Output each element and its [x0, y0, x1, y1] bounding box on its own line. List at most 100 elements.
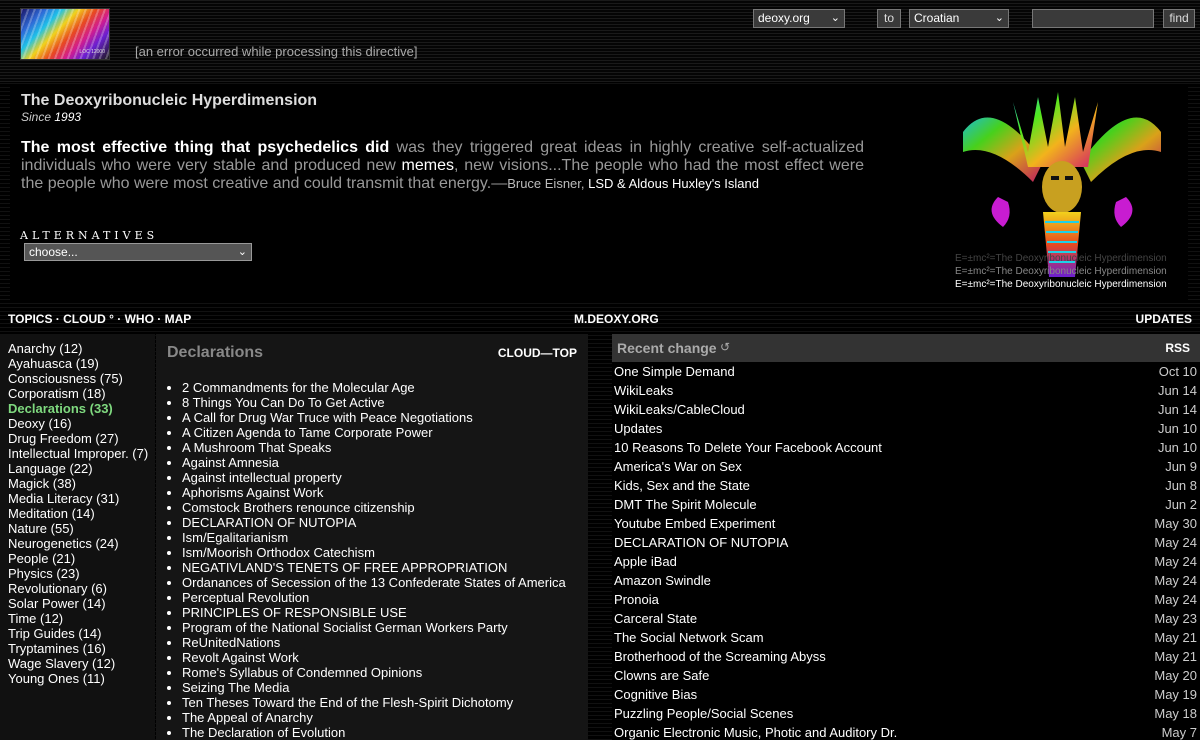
recent-change-title[interactable]: DECLARATION OF NUTOPIA [614, 535, 788, 550]
declaration-item[interactable]: A Call for Drug War Truce with Peace Neg… [182, 410, 566, 425]
topic-item[interactable]: Magick (38) [8, 476, 155, 491]
language-select[interactable]: Croatian ⌄ [909, 9, 1009, 28]
recent-change-row[interactable]: Amazon Swindle May 24 [612, 571, 1200, 590]
recent-change-title[interactable]: The Social Network Scam [614, 630, 764, 645]
recent-change-row[interactable]: Cognitive Bias May 19 [612, 685, 1200, 704]
nav-who[interactable]: WHO [125, 312, 154, 326]
topic-item[interactable]: Declarations (33) [8, 401, 155, 416]
recent-change-row[interactable]: Kids, Sex and the State Jun 8 [612, 476, 1200, 495]
recent-change-row[interactable]: DECLARATION OF NUTOPIA May 24 [612, 533, 1200, 552]
recent-change-row[interactable]: One Simple Demand Oct 10 [612, 362, 1200, 381]
declaration-item[interactable]: Revolt Against Work [182, 650, 566, 665]
recent-change-title[interactable]: Clowns are Safe [614, 668, 709, 683]
topic-item[interactable]: Young Ones (11) [8, 671, 155, 686]
declaration-item[interactable]: The Declaration of Evolution [182, 725, 566, 740]
recent-change-row[interactable]: WikiLeaks Jun 14 [612, 381, 1200, 400]
recent-change-title[interactable]: One Simple Demand [614, 364, 735, 379]
domain-select[interactable]: deoxy.org ⌄ [753, 9, 845, 28]
declaration-item[interactable]: Program of the National Socialist German… [182, 620, 566, 635]
recent-change-row[interactable]: Puzzling People/Social Scenes May 18 [612, 704, 1200, 723]
nav-updates[interactable]: UPDATES [1136, 312, 1192, 326]
nav-mobile-site[interactable]: M.DEOXY.ORG [574, 312, 659, 326]
translate-to-button[interactable]: to [877, 9, 901, 28]
recent-change-row[interactable]: Brotherhood of the Screaming Abyss May 21 [612, 647, 1200, 666]
recent-change-row[interactable]: Clowns are Safe May 20 [612, 666, 1200, 685]
declaration-item[interactable]: 8 Things You Can Do To Get Active [182, 395, 566, 410]
topic-item[interactable]: Trip Guides (14) [8, 626, 155, 641]
topic-item[interactable]: Drug Freedom (27) [8, 431, 155, 446]
recent-change-title[interactable]: Puzzling People/Social Scenes [614, 706, 793, 721]
recent-change-title[interactable]: WikiLeaks/CableCloud [614, 402, 745, 417]
alternatives-select[interactable]: choose... ⌄ [24, 243, 252, 261]
topic-item[interactable]: Intellectual Improper. (7) [8, 446, 155, 461]
recent-change-title[interactable]: Youtube Embed Experiment [614, 516, 775, 531]
topic-item[interactable]: Time (12) [8, 611, 155, 626]
declaration-item[interactable]: Ordanances of Secession of the 13 Confed… [182, 575, 566, 590]
topic-item[interactable]: Solar Power (14) [8, 596, 155, 611]
declaration-item[interactable]: Ten Theses Toward the End of the Flesh-S… [182, 695, 566, 710]
declaration-item[interactable]: PRINCIPLES OF RESPONSIBLE USE [182, 605, 566, 620]
topic-item[interactable]: Wage Slavery (12) [8, 656, 155, 671]
quote-memes-link[interactable]: memes [402, 157, 454, 174]
topic-item[interactable]: Nature (55) [8, 521, 155, 536]
declaration-item[interactable]: 2 Commandments for the Molecular Age [182, 380, 566, 395]
declaration-item[interactable]: Against Amnesia [182, 455, 566, 470]
recent-change-row[interactable]: Organic Electronic Music, Photic and Aud… [612, 723, 1200, 740]
topic-item[interactable]: Deoxy (16) [8, 416, 155, 431]
recent-change-row[interactable]: Pronoia May 24 [612, 590, 1200, 609]
topic-item[interactable]: Ayahuasca (19) [8, 356, 155, 371]
declaration-item[interactable]: Ism/Moorish Orthodox Catechism [182, 545, 566, 560]
declaration-item[interactable]: DECLARATION OF NUTOPIA [182, 515, 566, 530]
recent-change-title[interactable]: Organic Electronic Music, Photic and Aud… [614, 725, 897, 740]
recent-change-row[interactable]: WikiLeaks/CableCloud Jun 14 [612, 400, 1200, 419]
recent-change-row[interactable]: DMT The Spirit Molecule Jun 2 [612, 495, 1200, 514]
recent-change-row[interactable]: Youtube Embed Experiment May 30 [612, 514, 1200, 533]
recent-change-title[interactable]: Pronoia [614, 592, 659, 607]
declaration-item[interactable]: Seizing The Media [182, 680, 566, 695]
declaration-item[interactable]: ReUnitedNations [182, 635, 566, 650]
topic-item[interactable]: Corporatism (18) [8, 386, 155, 401]
recent-change-title[interactable]: Amazon Swindle [614, 573, 711, 588]
topic-item[interactable]: Revolutionary (6) [8, 581, 155, 596]
topic-item[interactable]: Media Literacy (31) [8, 491, 155, 506]
recent-change-row[interactable]: Carceral State May 23 [612, 609, 1200, 628]
declaration-item[interactable]: A Citizen Agenda to Tame Corporate Power [182, 425, 566, 440]
rss-link[interactable]: RSS [1165, 341, 1190, 355]
topic-item[interactable]: Physics (23) [8, 566, 155, 581]
topic-item[interactable]: Neurogenetics (24) [8, 536, 155, 551]
recent-change-row[interactable]: Apple iBad May 24 [612, 552, 1200, 571]
declaration-item[interactable]: Perceptual Revolution [182, 590, 566, 605]
declaration-item[interactable]: Aphorisms Against Work [182, 485, 566, 500]
topic-item[interactable]: Meditation (14) [8, 506, 155, 521]
refresh-icon[interactable]: ↺ [720, 340, 730, 354]
recent-change-row[interactable]: America's War on Sex Jun 9 [612, 457, 1200, 476]
declaration-item[interactable]: Rome's Syllabus of Condemned Opinions [182, 665, 566, 680]
recent-change-title[interactable]: Brotherhood of the Screaming Abyss [614, 649, 826, 664]
recent-change-title[interactable]: Kids, Sex and the State [614, 478, 750, 493]
cloud-top-link[interactable]: CLOUD—TOP [498, 346, 577, 360]
declaration-item[interactable]: Against intellectual property [182, 470, 566, 485]
recent-change-title[interactable]: Carceral State [614, 611, 697, 626]
declaration-item[interactable]: Comstock Brothers renounce citizenship [182, 500, 566, 515]
topic-item[interactable]: Anarchy (12) [8, 341, 155, 356]
recent-change-title[interactable]: America's War on Sex [614, 459, 742, 474]
search-input[interactable] [1032, 9, 1154, 28]
declaration-item[interactable]: The Appeal of Anarchy [182, 710, 566, 725]
topic-item[interactable]: People (21) [8, 551, 155, 566]
recent-change-title[interactable]: Updates [614, 421, 662, 436]
recent-change-title[interactable]: Cognitive Bias [614, 687, 697, 702]
recent-change-title[interactable]: Apple iBad [614, 554, 677, 569]
declaration-item[interactable]: Ism/Egalitarianism [182, 530, 566, 545]
recent-change-row[interactable]: 10 Reasons To Delete Your Facebook Accou… [612, 438, 1200, 457]
recent-change-title[interactable]: 10 Reasons To Delete Your Facebook Accou… [614, 440, 882, 455]
nav-map[interactable]: MAP [165, 312, 192, 326]
site-logo[interactable]: LOC 12000 [20, 8, 110, 60]
quote-source-link[interactable]: LSD & Aldous Huxley's Island [588, 176, 759, 191]
nav-topics[interactable]: TOPICS [8, 312, 52, 326]
recent-change-row[interactable]: Updates Jun 10 [612, 419, 1200, 438]
declaration-item[interactable]: A Mushroom That Speaks [182, 440, 566, 455]
declaration-item[interactable]: NEGATIVLAND'S TENETS OF FREE APPROPRIATI… [182, 560, 566, 575]
recent-change-title[interactable]: WikiLeaks [614, 383, 673, 398]
topic-item[interactable]: Language (22) [8, 461, 155, 476]
topic-item[interactable]: Consciousness (75) [8, 371, 155, 386]
